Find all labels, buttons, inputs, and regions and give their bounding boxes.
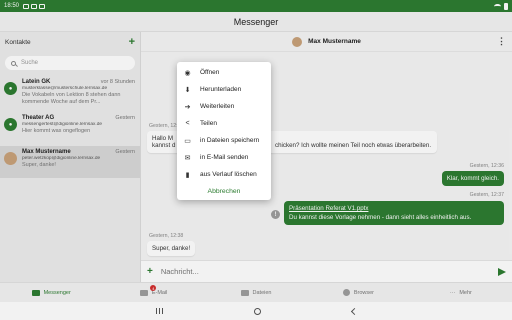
folder-icon: ▭ bbox=[184, 137, 191, 145]
menu-label: Weiterleiten bbox=[200, 103, 235, 110]
menu-item-share[interactable]: < Teilen bbox=[177, 115, 271, 132]
menu-item-delete[interactable]: ▮ aus Verlauf löschen bbox=[177, 166, 271, 183]
menu-item-download[interactable]: ⬇ Herunterladen bbox=[177, 81, 271, 98]
menu-label: Herunterladen bbox=[200, 86, 242, 93]
eye-icon: ◉ bbox=[184, 69, 191, 77]
download-icon: ⬇ bbox=[184, 86, 191, 94]
share-icon: < bbox=[185, 120, 190, 127]
menu-item-save-to-files[interactable]: ▭ in Dateien speichern bbox=[177, 132, 271, 149]
menu-item-open[interactable]: ◉ Öffnen bbox=[177, 64, 271, 81]
mail-icon: ✉ bbox=[184, 154, 191, 162]
menu-label: in Dateien speichern bbox=[200, 137, 260, 144]
cancel-button[interactable]: Abbrechen bbox=[177, 183, 271, 200]
menu-item-send-email[interactable]: ✉ in E-Mail senden bbox=[177, 149, 271, 166]
menu-label: in E-Mail senden bbox=[200, 154, 249, 161]
screen: 18:50 Messenger Kontakte + Suche ● Latei… bbox=[0, 0, 512, 320]
menu-item-forward[interactable]: ➔ Weiterleiten bbox=[177, 98, 271, 115]
menu-label: aus Verlauf löschen bbox=[200, 171, 257, 178]
menu-label: Öffnen bbox=[200, 69, 220, 76]
trash-icon: ▮ bbox=[185, 171, 190, 179]
forward-icon: ➔ bbox=[184, 103, 191, 111]
menu-label: Teilen bbox=[200, 120, 217, 127]
context-menu: ◉ Öffnen ⬇ Herunterladen ➔ Weiterleiten … bbox=[177, 62, 271, 200]
